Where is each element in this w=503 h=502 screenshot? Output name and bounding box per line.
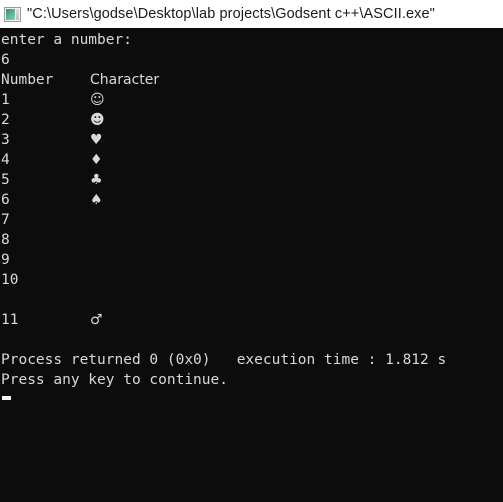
header-number: Number (1, 72, 54, 88)
row-number: 7 (1, 212, 10, 228)
row-number: 2 (1, 112, 10, 128)
table-row: 7 (1, 210, 503, 230)
block-cursor (2, 396, 11, 400)
title-bar[interactable]: "C:\Users\godse\Desktop\lab projects\God… (0, 0, 503, 28)
table-row: 8 (1, 230, 503, 250)
terminal-output-area[interactable]: enter a number: 6 Number Character 1 ☺ 2… (0, 28, 503, 502)
row-character: ♠ (90, 192, 103, 208)
table-row: 10 (1, 270, 503, 290)
row-number (1, 290, 90, 310)
row-number: 11 (1, 312, 19, 328)
exit-status-line: Process returned 0 (0x0) execution time … (1, 352, 447, 368)
continue-prompt-line: Press any key to continue. (1, 372, 228, 388)
user-input-value: 6 (1, 52, 10, 68)
row-character: ☻ (90, 112, 105, 128)
table-row: 11 ♂ (1, 310, 503, 330)
row-character: ♣ (90, 172, 103, 188)
row-character: ☺ (90, 92, 105, 108)
row-number: 6 (1, 192, 10, 208)
table-row-blank (1, 290, 503, 310)
row-number: 3 (1, 132, 10, 148)
row-number: 10 (1, 272, 19, 288)
row-number: 5 (1, 172, 10, 188)
table-row: 4 ♦ (1, 150, 503, 170)
console-window: "C:\Users\godse\Desktop\lab projects\God… (0, 0, 503, 502)
table-header-row: Number Character (1, 70, 503, 90)
console-app-icon (4, 6, 21, 22)
table-row: 5 ♣ (1, 170, 503, 190)
row-number: 9 (1, 252, 10, 268)
row-number: 1 (1, 92, 10, 108)
table-row: 9 (1, 250, 503, 270)
row-number: 4 (1, 152, 10, 168)
row-number: 8 (1, 232, 10, 248)
table-row: 3 ♥ (1, 130, 503, 150)
row-character: ♥ (90, 132, 103, 148)
icon-strip (16, 8, 19, 20)
table-row: 6 ♠ (1, 190, 503, 210)
row-character: ♦ (90, 152, 103, 168)
table-row: 1 ☺ (1, 90, 503, 110)
prompt-line: enter a number: (1, 32, 132, 48)
row-character: ♂ (90, 312, 103, 328)
header-character: Character (90, 72, 160, 88)
icon-screen (6, 8, 15, 20)
window-title: "C:\Users\godse\Desktop\lab projects\God… (27, 6, 435, 22)
table-row: 2 ☻ (1, 110, 503, 130)
